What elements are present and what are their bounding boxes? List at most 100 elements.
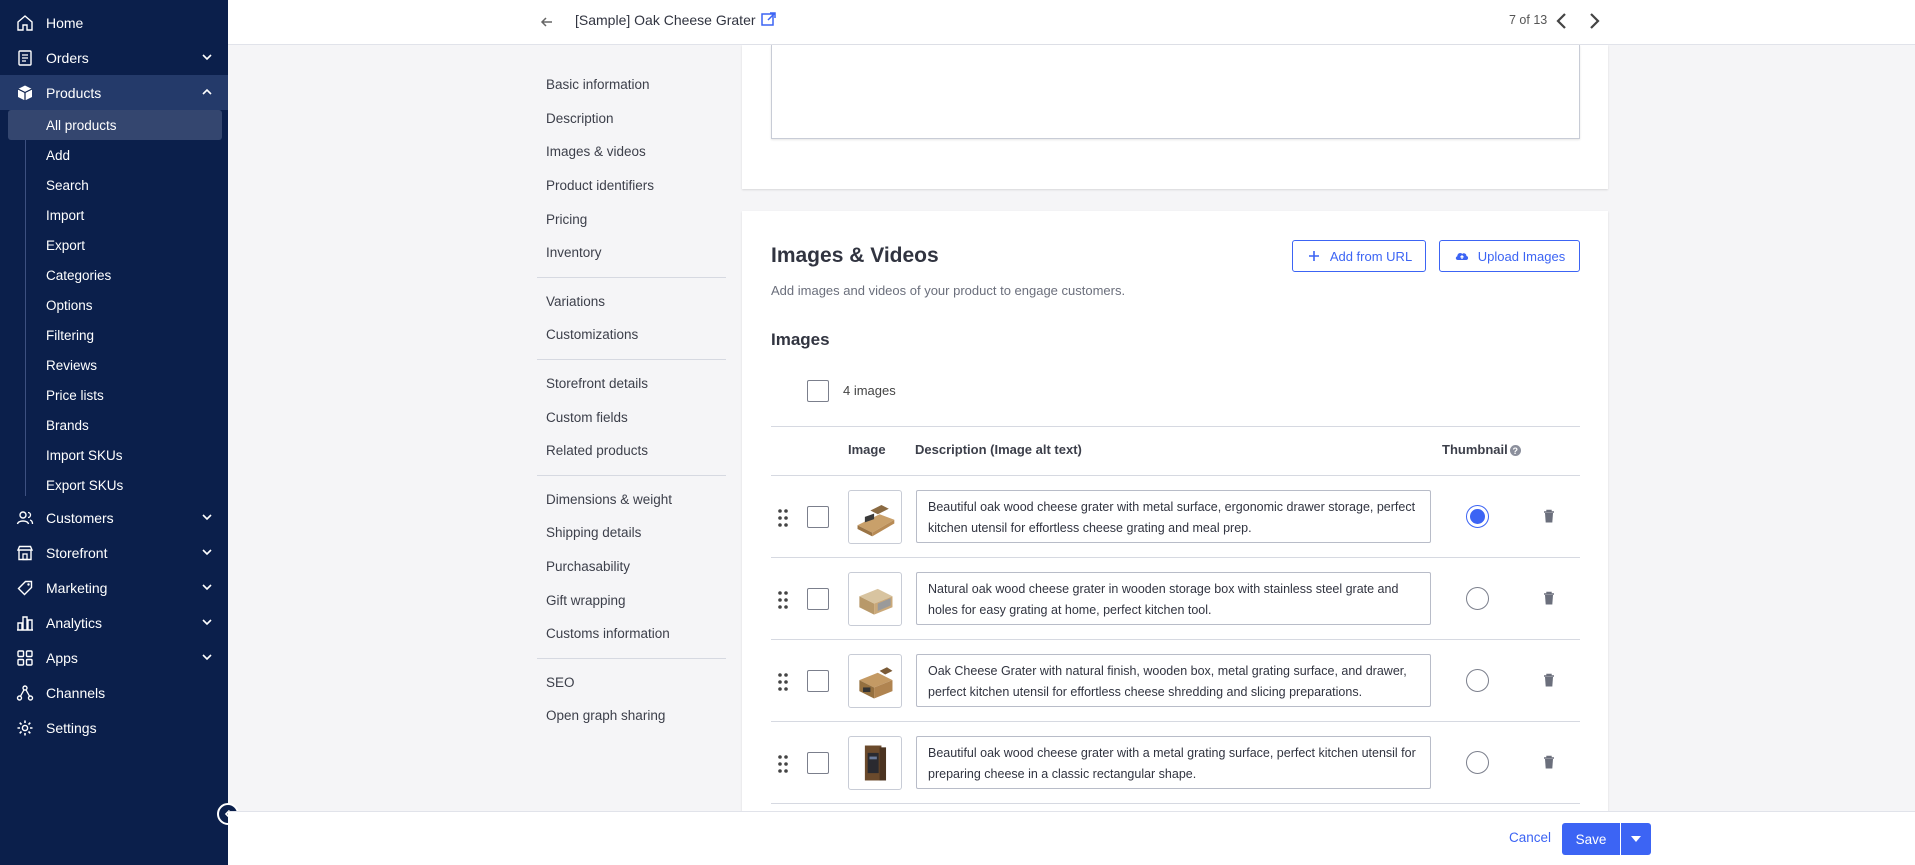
drag-handle-icon[interactable] [777, 508, 789, 528]
product-image-thumbnail[interactable] [848, 572, 902, 626]
row-checkbox[interactable] [807, 506, 829, 528]
thumbnail-radio[interactable] [1466, 587, 1489, 610]
sidebar-item-settings[interactable]: Settings [0, 710, 228, 745]
section-link-variations[interactable]: Variations [537, 285, 726, 319]
trash-icon[interactable] [1543, 509, 1555, 523]
save-button[interactable]: Save [1562, 823, 1620, 855]
storefront-icon [16, 544, 34, 562]
section-link-pricing[interactable]: Pricing [537, 202, 726, 236]
sidebar-item-marketing[interactable]: Marketing [0, 570, 228, 605]
section-link-description[interactable]: Description [537, 102, 726, 136]
sidebar-item-analytics[interactable]: Analytics [0, 605, 228, 640]
save-options-button[interactable] [1621, 823, 1651, 855]
external-link-icon[interactable] [760, 11, 777, 28]
subnav-item-import[interactable]: Import [8, 200, 222, 230]
top-header: [Sample] Oak Cheese Grater 7 of 13 [228, 0, 1915, 45]
sidebar-item-orders[interactable]: Orders [0, 40, 228, 75]
subnav-item-options[interactable]: Options [8, 290, 222, 320]
customers-icon [16, 509, 34, 527]
row-checkbox[interactable] [807, 588, 829, 610]
sidebar-item-label: Products [46, 84, 102, 101]
sidebar-item-customers[interactable]: Customers [0, 500, 228, 535]
subnav-item-filtering[interactable]: Filtering [8, 320, 222, 350]
sidebar: Home Orders Products All products Add Search… [0, 0, 239, 865]
section-link-basic-information[interactable]: Basic information [537, 68, 726, 102]
images-videos-card: Images & Videos Add images and videos of… [742, 211, 1608, 865]
trash-icon[interactable] [1543, 591, 1555, 605]
back-arrow-icon[interactable] [537, 12, 557, 32]
subnav-item-import-skus[interactable]: Import SKUs [8, 440, 222, 470]
products-icon [16, 84, 34, 102]
section-link-dimensions-weight[interactable]: Dimensions & weight [537, 483, 726, 517]
drag-handle-icon[interactable] [777, 754, 789, 774]
thumbnail-radio[interactable] [1466, 669, 1489, 692]
trash-icon[interactable] [1543, 673, 1555, 687]
previous-product-icon[interactable] [1552, 10, 1572, 32]
section-link-open-graph-sharing[interactable]: Open graph sharing [537, 699, 726, 733]
sidebar-item-storefront[interactable]: Storefront [0, 535, 228, 570]
section-link-inventory[interactable]: Inventory [537, 236, 726, 270]
alt-text-input[interactable]: Beautiful oak wood cheese grater with a … [916, 736, 1431, 789]
sidebar-item-label: Apps [46, 649, 78, 666]
images-heading: Images [771, 330, 830, 349]
sidebar-top-group: Home Orders Products [0, 0, 228, 110]
thumbnail-radio[interactable] [1466, 751, 1489, 774]
section-link-storefront-details[interactable]: Storefront details [537, 367, 726, 401]
sidebar-item-apps[interactable]: Apps [0, 640, 228, 675]
section-link-customizations[interactable]: Customizations [537, 318, 726, 352]
add-from-url-label: Add from URL [1329, 248, 1413, 264]
alt-text-input[interactable]: Oak Cheese Grater with natural finish, w… [916, 654, 1431, 707]
help-icon[interactable]: ? [1509, 445, 1521, 457]
description-editor[interactable] [771, 45, 1580, 139]
marketing-icon [16, 579, 34, 597]
channels-icon [16, 684, 34, 702]
apps-icon [16, 649, 34, 667]
alt-text-input[interactable]: Natural oak wood cheese grater in wooden… [916, 572, 1431, 625]
sidebar-item-products[interactable]: Products [0, 75, 228, 110]
chevron-down-icon [202, 54, 212, 61]
section-link-seo[interactable]: SEO [537, 666, 726, 700]
section-link-gift-wrapping[interactable]: Gift wrapping [537, 583, 726, 617]
section-link-images-videos[interactable]: Images & videos [537, 135, 726, 169]
subnav-item-brands[interactable]: Brands [8, 410, 222, 440]
upload-images-button[interactable]: Upload Images [1439, 240, 1580, 272]
cloud-upload-icon [1455, 252, 1468, 260]
cancel-button[interactable]: Cancel [1509, 830, 1551, 845]
section-nav: Basic information Description Images & vid… [537, 68, 726, 733]
chevron-down-icon [202, 549, 212, 556]
select-all-checkbox[interactable] [807, 380, 829, 402]
section-link-custom-fields[interactable]: Custom fields [537, 400, 726, 434]
sidebar-item-home[interactable]: Home [0, 5, 228, 40]
table-row: Beautiful oak wood cheese grater with a … [771, 722, 1580, 804]
subnav-item-reviews[interactable]: Reviews [8, 350, 222, 380]
alt-text-input[interactable]: Beautiful oak wood cheese grater with me… [916, 490, 1431, 543]
product-image-thumbnail[interactable] [848, 490, 902, 544]
section-link-shipping-details[interactable]: Shipping details [537, 516, 726, 550]
thumbnail-radio[interactable] [1466, 505, 1489, 528]
product-image-thumbnail[interactable] [848, 736, 902, 790]
subnav-item-export-skus[interactable]: Export SKUs [8, 470, 222, 500]
product-image-thumbnail[interactable] [848, 654, 902, 708]
sidebar-item-channels[interactable]: Channels [0, 675, 228, 710]
sidebar-item-label: Settings [46, 719, 97, 736]
row-checkbox[interactable] [807, 670, 829, 692]
drag-handle-icon[interactable] [777, 672, 789, 692]
trash-icon[interactable] [1543, 755, 1555, 769]
subnav-item-search[interactable]: Search [8, 170, 222, 200]
subnav-item-add[interactable]: Add [8, 140, 222, 170]
section-link-product-identifiers[interactable]: Product identifiers [537, 169, 726, 203]
section-link-purchasability[interactable]: Purchasability [537, 550, 726, 584]
subnav-item-categories[interactable]: Categories [8, 260, 222, 290]
drag-handle-icon[interactable] [777, 590, 789, 610]
subnav-item-price-lists[interactable]: Price lists [8, 380, 222, 410]
next-product-icon[interactable] [1584, 10, 1604, 32]
subnav-item-export[interactable]: Export [8, 230, 222, 260]
section-link-related-products[interactable]: Related products [537, 434, 726, 468]
row-checkbox[interactable] [807, 752, 829, 774]
sidebar-item-label: Storefront [46, 544, 108, 561]
chevron-down-icon [202, 654, 212, 661]
add-from-url-button[interactable]: Add from URL [1292, 240, 1426, 272]
table-row: Beautiful oak wood cheese grater with me… [771, 476, 1580, 558]
subnav-item-all-products[interactable]: All products [8, 110, 222, 140]
section-link-customs-information[interactable]: Customs information [537, 617, 726, 651]
